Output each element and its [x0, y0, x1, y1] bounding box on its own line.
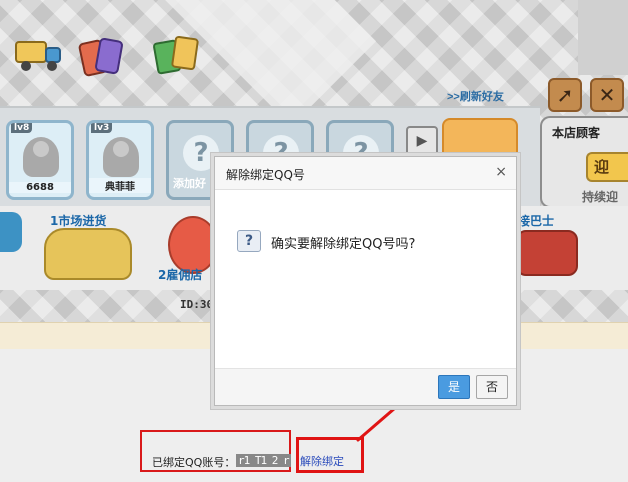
friend-card[interactable]: lv8 6688 — [6, 120, 74, 200]
friend-level: lv3 — [91, 123, 113, 133]
question-icon: ? — [237, 230, 261, 252]
close-icon[interactable]: × — [495, 164, 507, 180]
close-game-button[interactable]: ✕ — [590, 78, 624, 112]
dialog-message: 确实要解除绑定QQ号吗? — [271, 237, 416, 252]
no-button[interactable]: 否 — [476, 375, 508, 399]
cursor-tool-button[interactable]: ➚ — [548, 78, 582, 112]
dialog-footer: 是 否 — [215, 368, 516, 405]
welcome-button[interactable]: 迎 — [586, 152, 628, 182]
yes-button[interactable]: 是 — [438, 375, 470, 399]
dialog-header: 解除绑定QQ号 × — [215, 157, 516, 190]
friend-level: lv8 — [11, 123, 33, 133]
continue-welcome-label: 持续迎 — [582, 190, 619, 204]
avatar-icon — [103, 137, 139, 177]
bus-icon[interactable] — [516, 230, 578, 276]
bound-qq-value: r1 T1 2 r — [236, 454, 291, 467]
shop-customers-label: 本店顾客 — [552, 126, 601, 140]
bound-qq-label: 已绑定QQ账号： — [152, 456, 236, 469]
refresh-friends-link[interactable]: >>刷新好友 — [447, 88, 504, 104]
mission-market-label: 1市场进货 — [50, 214, 107, 228]
mission-hire-label: 2雇佣店 — [158, 268, 203, 282]
cards-icon[interactable] — [78, 36, 126, 80]
bus-pickup-label: 接巴士 — [518, 214, 555, 228]
dialog-title: 解除绑定QQ号 — [226, 168, 305, 182]
shop-customers-panel: 本店顾客 迎 持续迎 — [540, 116, 628, 208]
side-tab[interactable] — [0, 212, 22, 252]
friend-card[interactable]: lv3 典菲菲 — [86, 120, 154, 200]
dialog-body: ? 确实要解除绑定QQ号吗? — [215, 190, 516, 370]
wall-segment — [578, 0, 628, 75]
add-friend-label: 添加好 — [173, 177, 206, 190]
player-id: ID:30 — [180, 298, 214, 311]
avatar-icon — [23, 137, 59, 177]
friend-name: 6688 — [9, 182, 71, 193]
truck-icon[interactable] — [12, 30, 64, 76]
friend-name: 典菲菲 — [89, 178, 151, 193]
tickets-icon[interactable] — [152, 34, 200, 78]
car-icon[interactable] — [44, 228, 132, 280]
unbind-confirm-dialog: 解除绑定QQ号 × ? 确实要解除绑定QQ号吗? 是 否 — [214, 156, 517, 406]
next-page-icon[interactable]: ▶ — [406, 126, 438, 158]
unbind-link[interactable]: 解除绑定 — [300, 453, 344, 469]
